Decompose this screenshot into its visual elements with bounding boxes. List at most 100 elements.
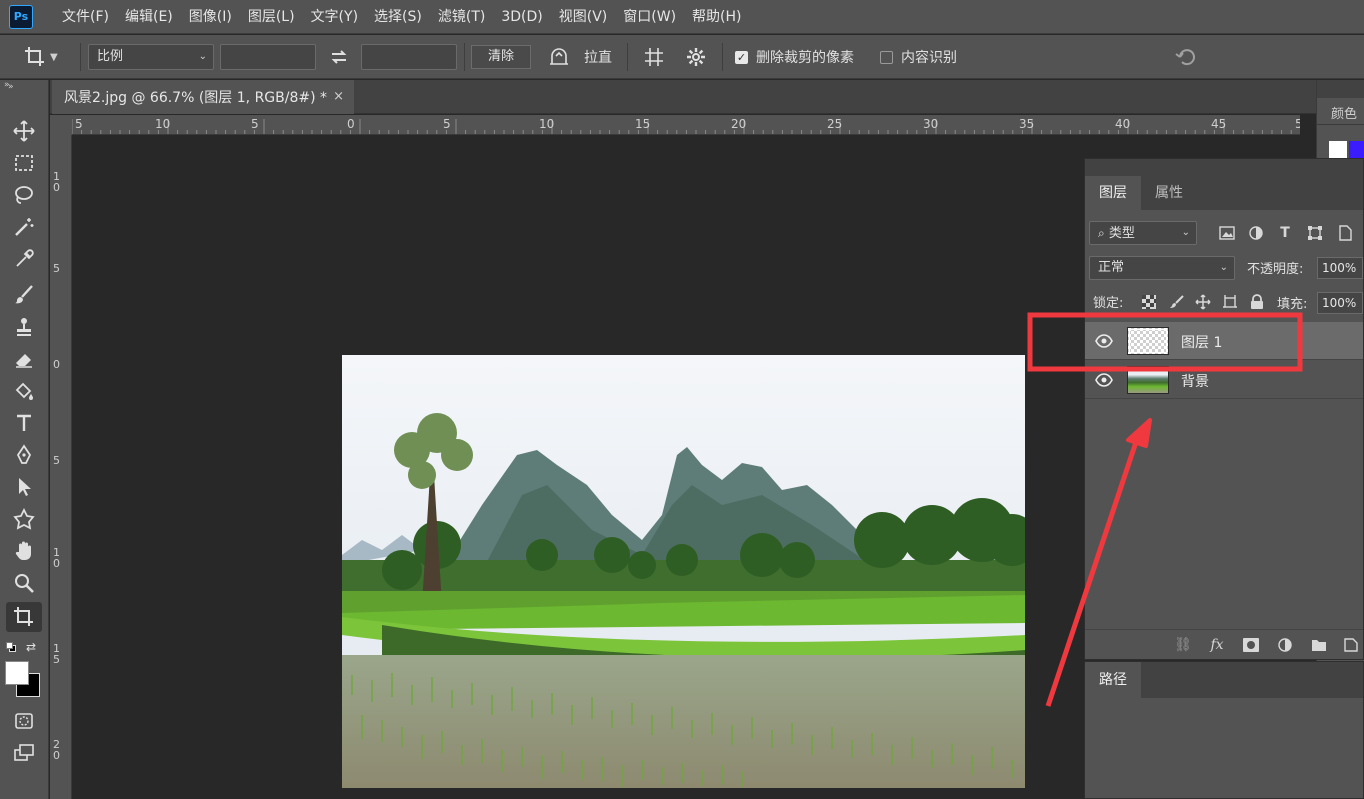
paint-bucket-icon — [15, 382, 33, 400]
document-tab[interactable]: 风景2.jpg @ 66.7% (图层 1, RGB/8#) * × — [52, 80, 354, 114]
swap-dimensions-button[interactable] — [330, 35, 348, 79]
tab-properties[interactable]: 属性 — [1141, 176, 1197, 210]
filter-shape-icon[interactable] — [1305, 223, 1325, 243]
chevron-down-icon: ▼ — [50, 51, 58, 63]
foreground-color-swatch[interactable] — [5, 661, 29, 685]
height-input[interactable] — [361, 44, 457, 70]
crop-tool[interactable] — [6, 602, 42, 632]
fill-input[interactable]: 100% — [1317, 292, 1363, 314]
lock-position-icon[interactable] — [1193, 292, 1213, 312]
folder-icon[interactable] — [1309, 635, 1329, 655]
tab-paths[interactable]: 路径 — [1085, 662, 1141, 698]
layer-row-background[interactable]: 背景 — [1085, 361, 1363, 399]
grid-icon — [645, 48, 663, 66]
filter-smart-object-icon[interactable] — [1335, 223, 1355, 243]
close-icon[interactable]: × — [333, 89, 344, 104]
lock-image-pixels-icon[interactable] — [1167, 292, 1187, 312]
clone-stamp-tool[interactable] — [6, 312, 42, 342]
eye-icon[interactable] — [1095, 373, 1113, 387]
paint-bucket-tool[interactable] — [6, 376, 42, 406]
path-selection-tool[interactable] — [6, 472, 42, 502]
shape-icon — [13, 508, 35, 530]
screen-mode-icon — [14, 744, 34, 761]
marquee-tool[interactable] — [6, 148, 42, 178]
menu-type[interactable]: 文字(Y) — [303, 0, 366, 34]
new-layer-icon[interactable] — [1341, 635, 1361, 655]
menu-edit[interactable]: 编辑(E) — [117, 0, 181, 34]
menu-layer[interactable]: 图层(L) — [240, 0, 303, 34]
magic-wand-tool[interactable] — [6, 212, 42, 242]
delete-cropped-pixels-checkbox[interactable]: ✓ 删除裁剪的像素 — [735, 35, 854, 79]
width-input[interactable] — [220, 44, 316, 70]
collapse-panels-icon[interactable]: » — [4, 80, 10, 90]
filter-adjustment-icon[interactable] — [1246, 223, 1266, 243]
default-colors-icon[interactable] — [6, 642, 16, 652]
eraser-tool[interactable] — [6, 344, 42, 374]
straighten-button[interactable]: 拉直 — [548, 35, 612, 79]
add-mask-icon[interactable] — [1241, 635, 1261, 655]
lock-transparent-pixels-icon[interactable] — [1139, 292, 1159, 312]
layer-filter-select[interactable]: ⌕ 类型 ⌄ — [1089, 221, 1197, 245]
color-panel-tab[interactable]: 颜色 — [1331, 103, 1357, 122]
brush-tool[interactable] — [6, 280, 42, 310]
layers-panel-footer: ⛓ fx — [1085, 629, 1363, 659]
adjustment-layer-icon[interactable] — [1275, 635, 1295, 655]
menu-filter[interactable]: 滤镜(T) — [430, 0, 493, 34]
opacity-input[interactable]: 100% — [1317, 257, 1363, 279]
hand-tool[interactable] — [6, 536, 42, 566]
menu-view[interactable]: 视图(V) — [551, 0, 616, 34]
menu-image[interactable]: 图像(I) — [181, 0, 240, 34]
layer-name[interactable]: 图层 1 — [1181, 332, 1222, 352]
opacity-label: 不透明度: — [1247, 262, 1304, 277]
color-spectrum-swatch[interactable] — [1349, 141, 1364, 159]
brush-icon — [15, 285, 33, 304]
menu-window[interactable]: 窗口(W) — [615, 0, 684, 34]
fx-icon[interactable]: fx — [1207, 635, 1227, 655]
link-layers-icon[interactable]: ⛓ — [1173, 635, 1193, 655]
clear-button[interactable]: 清除 — [471, 45, 531, 69]
screen-mode-button[interactable] — [6, 738, 42, 768]
ratio-select[interactable]: 比例 ⌄ — [88, 44, 214, 70]
foreground-color-swatch[interactable] — [1329, 141, 1347, 159]
move-tool[interactable] — [6, 116, 42, 146]
eyedropper-tool[interactable] — [6, 244, 42, 274]
filter-pixel-icon[interactable] — [1217, 223, 1237, 243]
crop-settings-button[interactable] — [686, 35, 706, 79]
layer-name[interactable]: 背景 — [1181, 371, 1209, 391]
chevron-down-icon: ⌄ — [1219, 262, 1228, 273]
overlay-options-button[interactable] — [643, 35, 665, 79]
straighten-label: 拉直 — [584, 50, 612, 66]
type-tool[interactable] — [6, 408, 42, 438]
zoom-tool[interactable] — [6, 568, 42, 598]
pen-tool[interactable] — [6, 440, 42, 470]
ruler-label: 35 — [1019, 117, 1035, 131]
quick-mask-button[interactable] — [6, 706, 42, 736]
horizontal-ruler[interactable]: 5 10 5 0 5 10 15 20 25 30 35 40 45 5 — [72, 115, 1300, 135]
canvas-image[interactable] — [342, 355, 1025, 788]
filter-type-icon[interactable]: T — [1275, 223, 1295, 243]
crop-tool-preset-button[interactable]: ▼ — [24, 35, 58, 79]
eye-icon[interactable] — [1095, 334, 1113, 348]
vertical-ruler[interactable]: 1 0 5 0 5 1 0 1 5 2 0 — [50, 135, 72, 799]
panel-dock-header — [1317, 80, 1364, 98]
swap-colors-icon[interactable]: ⇄ — [26, 640, 36, 654]
menu-3d[interactable]: 3D(D) — [493, 0, 550, 34]
menu-file[interactable]: 文件(F) — [54, 0, 117, 34]
custom-shape-tool[interactable] — [6, 504, 42, 534]
straighten-icon — [550, 48, 568, 65]
blend-mode-select[interactable]: 正常 ⌄ — [1089, 256, 1235, 280]
reset-crop-button[interactable] — [1174, 35, 1198, 79]
tab-layers[interactable]: 图层 — [1085, 176, 1141, 210]
menu-help[interactable]: 帮助(H) — [684, 0, 749, 34]
photoshop-logo-icon: Ps — [9, 4, 33, 29]
layer-row-layer-1[interactable]: 图层 1 — [1085, 322, 1363, 360]
ruler-label: 5 — [1295, 117, 1300, 131]
lock-artboard-icon[interactable] — [1220, 292, 1240, 312]
content-aware-checkbox[interactable]: 内容识别 — [880, 35, 957, 79]
ruler-label: 5 — [53, 454, 60, 467]
ruler-origin[interactable] — [50, 115, 72, 135]
lock-all-icon[interactable] — [1247, 292, 1267, 312]
ruler-label: 15 — [635, 117, 651, 131]
lasso-tool[interactable] — [6, 180, 42, 210]
menu-select[interactable]: 选择(S) — [366, 0, 430, 34]
